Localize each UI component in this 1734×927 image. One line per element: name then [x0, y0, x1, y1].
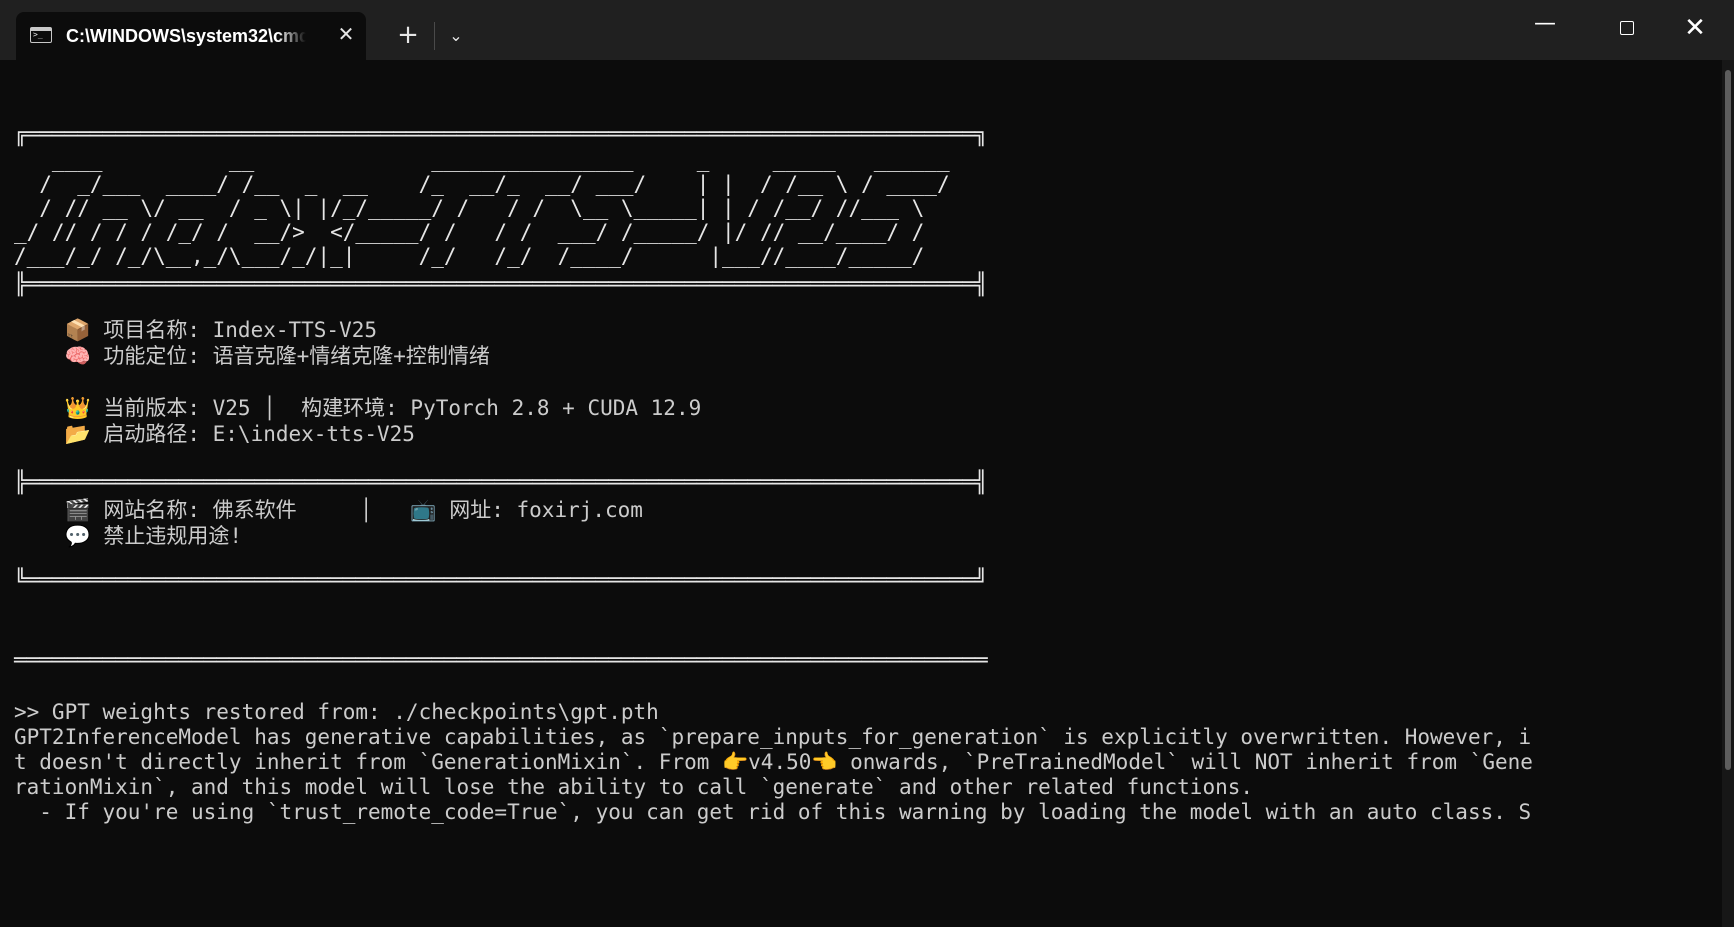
log-line: >> GPT weights restored from: ./checkpoi…	[14, 700, 659, 724]
ascii-art-line: /___/_/ /_/\__,_/\___/_/|_| /_/ /_/ /___…	[14, 244, 937, 268]
ascii-art-line: / _/___ ____/ /__ _ __ /_ __/_ __/ ___/ …	[14, 172, 950, 196]
function-line: 🧠 功能定位: 语音克隆+情绪克隆+控制情绪	[14, 344, 490, 368]
tab-divider	[434, 22, 435, 50]
vertical-scrollbar[interactable]	[1722, 60, 1734, 927]
log-line: - If you're using `trust_remote_code=Tru…	[14, 800, 1532, 824]
terminal-output[interactable]: ╔═══════════════════════════════════════…	[14, 60, 1714, 927]
log-line: t doesn't directly inherit from `Generat…	[14, 750, 1533, 774]
version-line: 👑 当前版本: V25 │ 构建环境: PyTorch 2.8 + CUDA 1…	[14, 396, 702, 420]
notice-line: 💬 禁止违规用途!	[14, 524, 243, 548]
chevron-down-icon[interactable]: ⌄	[440, 20, 472, 52]
banner-border-top: ╔═══════════════════════════════════════…	[14, 122, 988, 146]
tab-cmd[interactable]: C:\WINDOWS\system32\cmd.exe ✕	[16, 12, 366, 60]
ascii-art-line: / // __ \/ __ / _ \| |/_/_____/ / / / \_…	[14, 196, 937, 220]
website-line: 🎬 网站名称: 佛系软件 │ 📺 网址: foxirj.com	[14, 498, 643, 522]
maximize-button[interactable]	[1602, 6, 1652, 50]
log-line: GPT2InferenceModel has generative capabi…	[14, 725, 1532, 749]
banner-border-bottom: ╚═══════════════════════════════════════…	[14, 568, 988, 592]
minimize-button[interactable]: —	[1520, 6, 1570, 50]
new-tab-button[interactable]: +	[392, 20, 424, 52]
title-bar: C:\WINDOWS\system32\cmd.exe ✕ + ⌄ — ✕	[0, 0, 1734, 60]
terminal-window: C:\WINDOWS\system32\cmd.exe ✕ + ⌄ — ✕ ╔═…	[0, 0, 1734, 927]
path-line: 📂 启动路径: E:\index-tts-V25	[14, 422, 415, 446]
tab-close-icon[interactable]: ✕	[334, 22, 358, 46]
banner-border-mid: ╠═══════════════════════════════════════…	[14, 470, 988, 494]
close-button[interactable]: ✕	[1670, 6, 1720, 50]
tab-title: C:\WINDOWS\system32\cmd.exe	[66, 26, 306, 46]
separator-line: ════════════════════════════════════════…	[14, 648, 988, 672]
terminal-icon	[30, 27, 52, 43]
banner-border-mid: ╠═══════════════════════════════════════…	[14, 272, 988, 296]
scrollbar-thumb[interactable]	[1725, 70, 1731, 770]
project-name-line: 📦 项目名称: Index-TTS-V25	[14, 318, 378, 342]
ascii-art-line: ____ __ ________________ _ _____ ______	[14, 148, 950, 172]
maximize-icon	[1620, 21, 1634, 35]
ascii-art-line: _/ // / / / /_/ / __/> </_____/ / / / __…	[14, 220, 937, 244]
log-line: rationMixin`, and this model will lose t…	[14, 775, 1254, 799]
